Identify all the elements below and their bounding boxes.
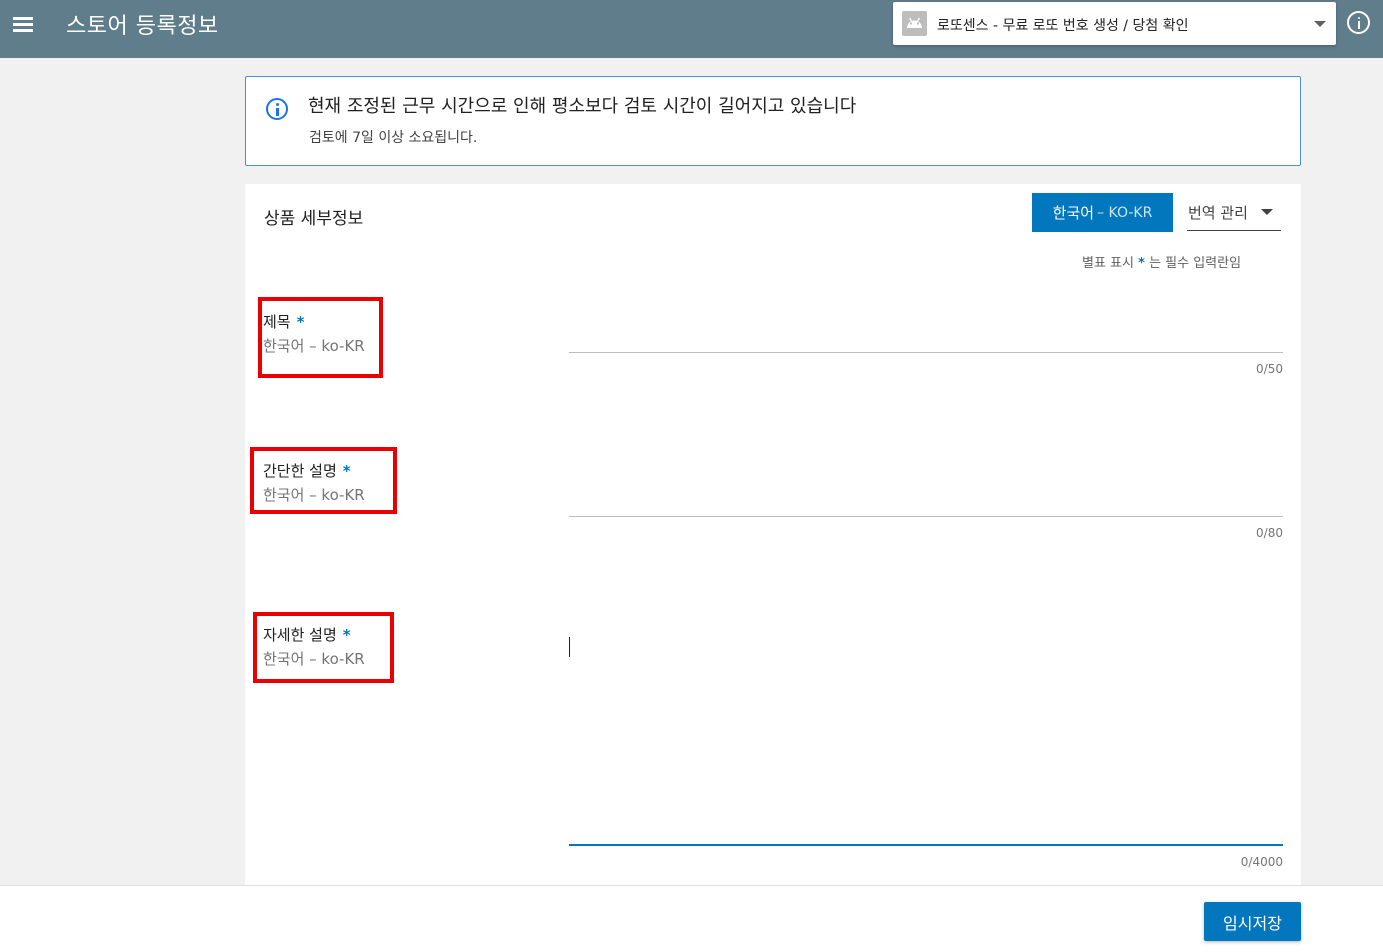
field-label: 제목 — [263, 313, 291, 331]
translation-manage-select[interactable]: 번역 관리 — [1187, 196, 1281, 231]
short-description-input[interactable] — [569, 460, 1283, 516]
required-star: * — [342, 462, 351, 480]
review-delay-notice: 현재 조정된 근무 시간으로 인해 평소보다 검토 시간이 길어지고 있습니다 … — [245, 76, 1301, 166]
required-star: * — [1138, 256, 1145, 271]
short-description-char-counter: 0/80 — [1256, 526, 1283, 540]
language-name: 한국어 — [1052, 204, 1095, 222]
language-code: – KO-KR — [1097, 204, 1153, 221]
full-description-char-counter: 0/4000 — [1240, 855, 1283, 869]
page-title: 스토어 등록정보 — [66, 14, 219, 39]
menu-icon[interactable] — [11, 14, 35, 36]
dropdown-caret-icon — [1261, 209, 1273, 215]
required-star: * — [342, 626, 351, 644]
language-button[interactable]: 한국어 – KO-KR — [1032, 193, 1173, 232]
android-icon — [902, 11, 927, 36]
top-app-bar: 스토어 등록정보 로또센스 - 무료 로또 번호 생성 / 당첨 확인 — [0, 0, 1383, 58]
notice-title: 현재 조정된 근무 시간으로 인해 평소보다 검토 시간이 길어지고 있습니다 — [308, 96, 857, 117]
required-star: * — [296, 313, 305, 331]
dropdown-caret-icon — [1314, 21, 1326, 27]
app-selector[interactable]: 로또센스 - 무료 로또 번호 생성 / 당첨 확인 — [893, 2, 1336, 45]
field-locale: 한국어 – ko-KR — [263, 486, 365, 504]
product-details-card: 상품 세부정보 한국어 – KO-KR 번역 관리 별표 표시 * 는 필수 입… — [245, 184, 1301, 886]
short-description-field-label: 간단한 설명 * 한국어 – ko-KR — [263, 460, 365, 505]
info-icon — [266, 98, 288, 120]
required-note-suffix: 는 필수 입력란임 — [1149, 256, 1242, 271]
field-label: 간단한 설명 — [263, 462, 337, 480]
short-description-underline — [569, 516, 1283, 517]
required-note: 별표 표시 * 는 필수 입력란임 — [1082, 252, 1241, 271]
field-locale: 한국어 – ko-KR — [263, 337, 365, 355]
save-draft-button[interactable]: 임시저장 — [1204, 902, 1301, 941]
app-name: 로또센스 - 무료 로또 번호 생성 / 당첨 확인 — [937, 18, 1189, 34]
text-cursor — [569, 637, 570, 657]
field-label: 자세한 설명 — [263, 626, 337, 644]
card-title: 상품 세부정보 — [264, 209, 364, 229]
notice-subtitle: 검토에 7일 이상 소요됩니다. — [309, 130, 478, 146]
translation-manage-label: 번역 관리 — [1188, 204, 1248, 222]
full-description-field-label: 자세한 설명 * 한국어 – ko-KR — [263, 624, 365, 669]
required-note-prefix: 별표 표시 — [1082, 256, 1134, 271]
full-description-underline — [569, 844, 1283, 846]
title-char-counter: 0/50 — [1256, 362, 1283, 376]
title-input-underline — [569, 352, 1283, 353]
title-input[interactable] — [569, 312, 1283, 352]
info-icon[interactable] — [1347, 11, 1370, 34]
full-description-textarea[interactable] — [569, 624, 1283, 844]
field-locale: 한국어 – ko-KR — [263, 650, 365, 668]
bottom-action-bar: 임시저장 — [0, 885, 1383, 952]
title-field-label: 제목 * 한국어 – ko-KR — [263, 311, 365, 356]
